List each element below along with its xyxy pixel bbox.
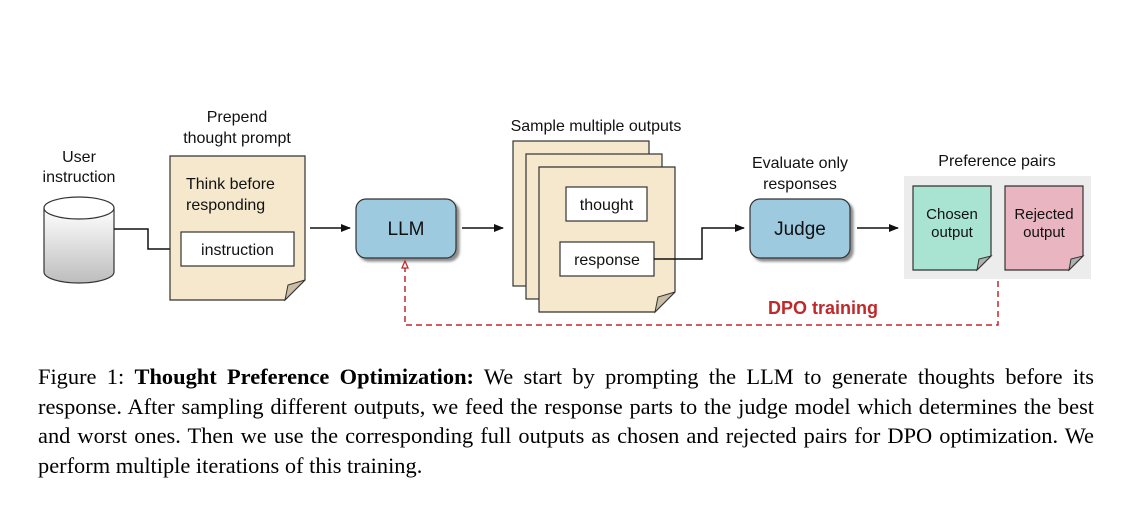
sample-title: Sample multiple outputs	[511, 118, 682, 135]
llm-label: LLM	[388, 219, 425, 240]
database-icon	[43, 196, 115, 284]
judge-title-line1: Evaluate only	[752, 155, 848, 172]
prepend-title-line2: thought prompt	[183, 130, 291, 147]
dpo-training-label: DPO training	[768, 298, 878, 318]
user-instruction-label-line1: User	[62, 149, 96, 166]
llm-model: LLM	[355, 198, 457, 259]
caption-title: Thought Preference Optimization:	[134, 364, 474, 389]
rejected-label-line2: output	[1023, 224, 1066, 241]
user-instruction-database: User instruction	[43, 149, 116, 284]
figure-caption: Figure 1: Thought Preference Optimizatio…	[38, 362, 1094, 480]
preference-title: Preference pairs	[938, 153, 1055, 170]
chosen-label-line2: output	[931, 224, 974, 241]
instruction-box-label: instruction	[201, 242, 274, 259]
response-box-label: response	[574, 252, 640, 269]
user-instruction-label-line2: instruction	[43, 169, 116, 186]
prepend-prompt-document: Prepend thought prompt Think before resp…	[169, 109, 306, 302]
dpo-arrowhead-icon	[401, 259, 409, 269]
prepend-body-line2: responding	[186, 197, 265, 214]
caption-prefix: Figure 1:	[38, 364, 135, 389]
judge-model: Evaluate only responses Judge	[749, 155, 851, 259]
prepend-body-line1: Think before	[186, 176, 275, 193]
chosen-label-line1: Chosen	[926, 206, 978, 223]
prepend-title-line1: Prepend	[207, 109, 268, 126]
preference-pairs: Preference pairs Chosen output Rejected …	[904, 153, 1091, 279]
judge-label: Judge	[774, 219, 826, 240]
thought-box-label: thought	[580, 197, 634, 214]
tpo-diagram: User instruction Prepend thought prompt …	[43, 109, 1091, 326]
judge-title-line2: responses	[763, 176, 837, 193]
sampled-outputs-stack: Sample multiple outputs thought response	[511, 118, 682, 314]
rejected-label-line1: Rejected	[1014, 206, 1073, 223]
